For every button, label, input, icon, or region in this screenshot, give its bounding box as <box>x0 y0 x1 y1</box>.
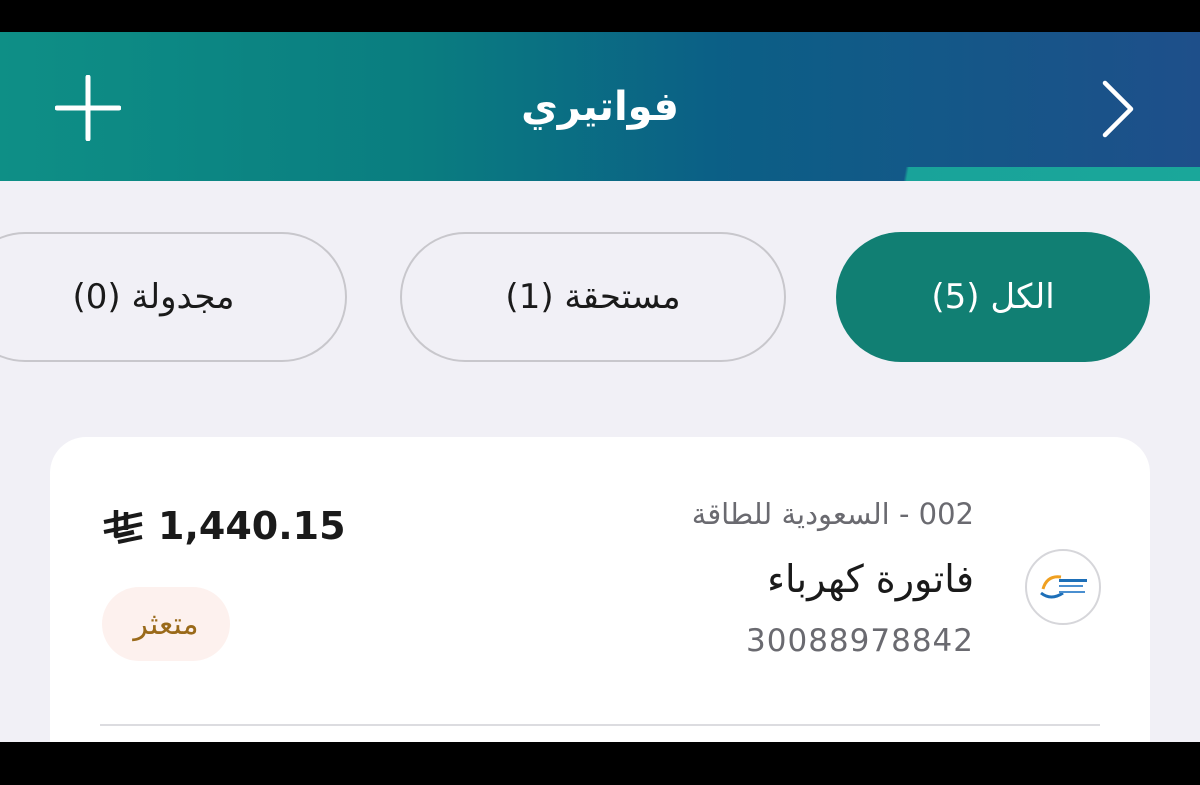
chevron-right-icon <box>1102 80 1134 138</box>
amount-value: 1,440.15 <box>158 504 346 548</box>
tab-all[interactable]: الكل (5) <box>836 232 1150 362</box>
bill-card[interactable]: 1,440.15 متعثر 002 - السعودية للطاقة فات… <box>50 437 1150 742</box>
provider-name: 002 - السعودية للطاقة <box>691 497 974 531</box>
provider-logo <box>1025 549 1101 625</box>
navigation-bar-background <box>0 742 1200 785</box>
tab-due[interactable]: مستحقة (1) <box>400 232 786 362</box>
page-title: فواتيري <box>521 84 679 130</box>
saudi-electricity-logo <box>1040 575 1087 599</box>
back-button[interactable] <box>1097 79 1137 139</box>
app-header: فواتيري <box>0 32 1200 181</box>
card-divider <box>100 724 1100 726</box>
saudi-riyal-icon <box>103 510 143 544</box>
tab-scheduled[interactable]: مجدولة (0) <box>0 232 347 362</box>
account-number: 30088978842 <box>746 623 974 659</box>
status-bar-background <box>0 0 1200 32</box>
header-accent-stripe <box>880 167 1200 181</box>
bill-amount: 1,440.15 <box>100 504 346 548</box>
bills-screen: فواتيري الكل (5) مستحقة (1) مجدولة (0) 1… <box>0 32 1200 742</box>
bill-name: فاتورة كهرباء <box>767 557 974 601</box>
status-badge: متعثر <box>102 587 230 661</box>
